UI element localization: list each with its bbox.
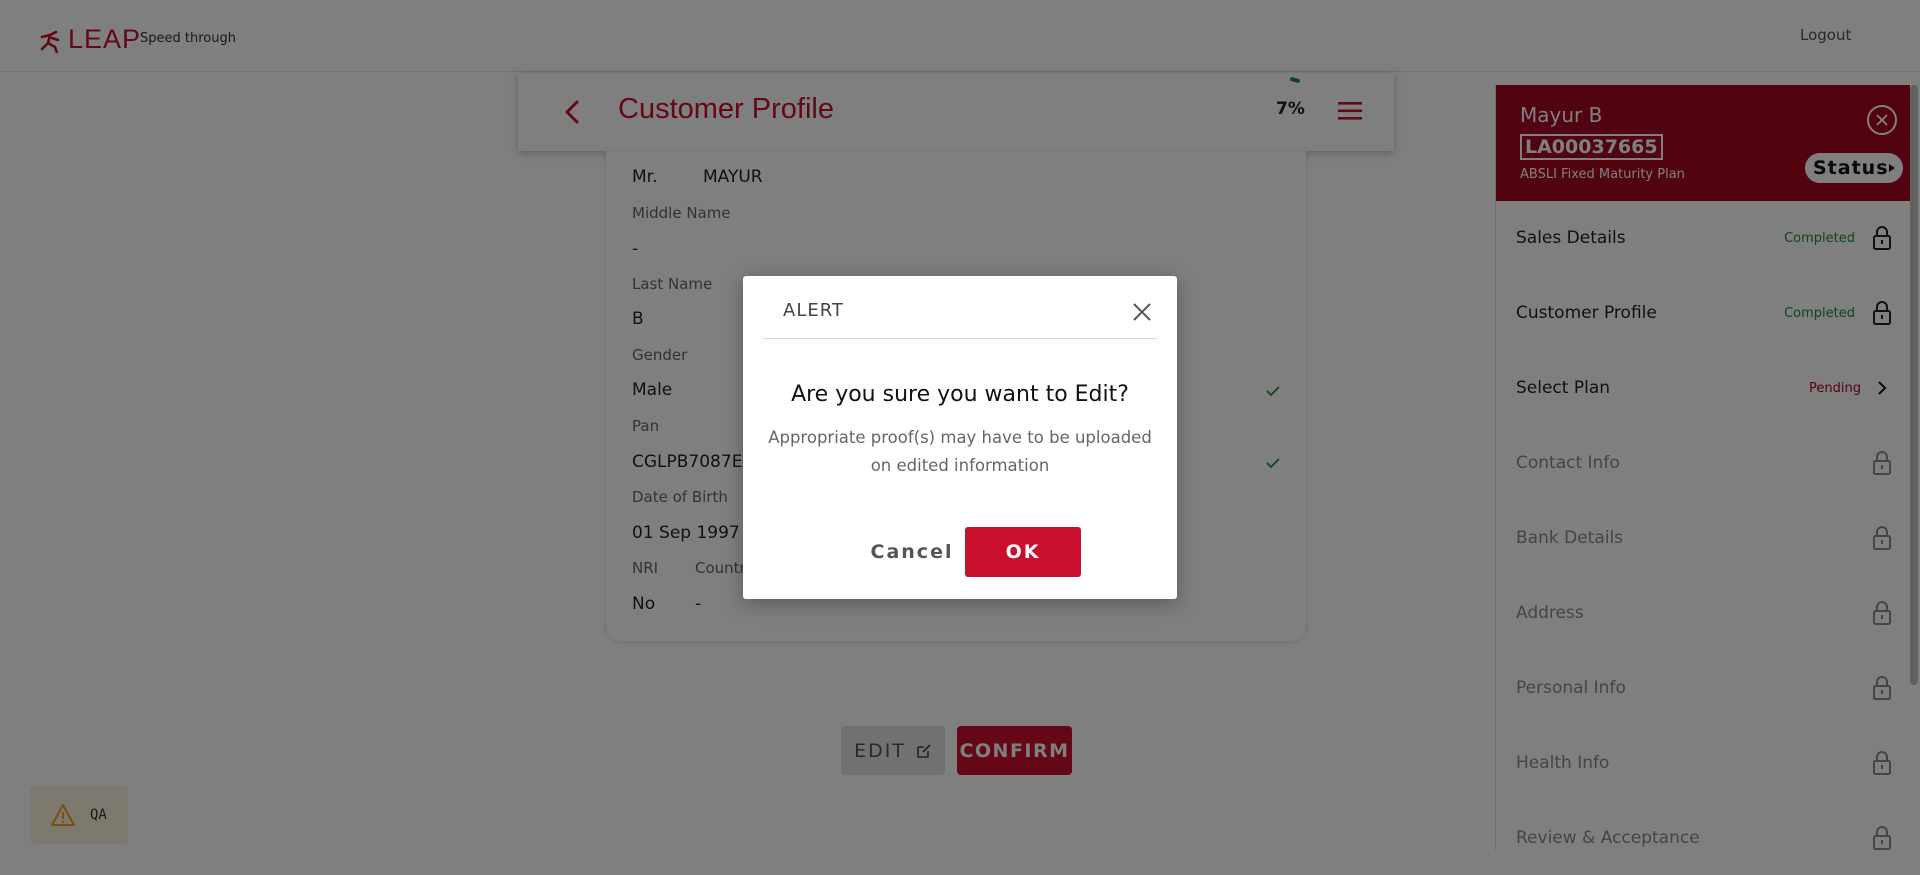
dialog-title: ALERT [783,300,844,321]
close-icon[interactable] [1130,300,1154,324]
dialog-message: Appropriate proof(s) may have to be uplo… [768,428,1152,475]
ok-button[interactable]: OK [965,527,1081,577]
cancel-button[interactable]: Cancel [847,527,977,577]
alert-dialog: ALERT Are you sure you want to Edit? App… [743,276,1177,599]
dialog-question: Are you sure you want to Edit? [791,382,1129,407]
dialog-divider [763,338,1157,339]
